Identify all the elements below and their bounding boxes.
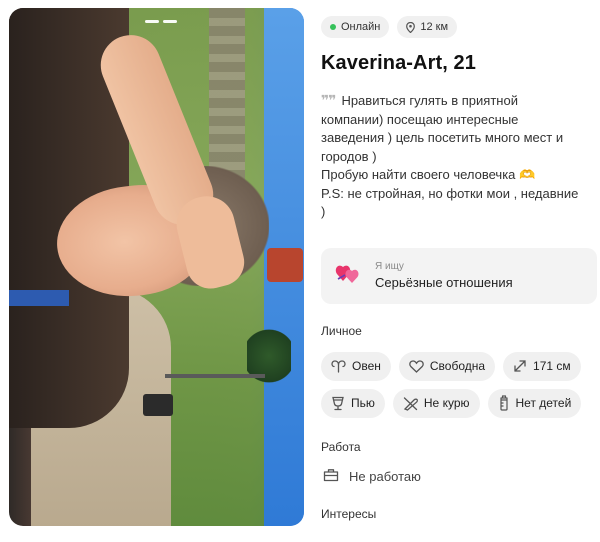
bio-line: компании) посещаю интересные (321, 111, 519, 127)
tag-label: 171 см (533, 359, 571, 373)
tag-children: Нет детей (487, 388, 582, 418)
distance-label: 12 км (420, 21, 449, 33)
tag-smoking: Не курю (392, 388, 480, 418)
online-dot-icon (330, 24, 336, 30)
no-smoking-icon (403, 396, 418, 411)
online-badge: Онлайн (321, 16, 390, 38)
tag-drinking: Пью (321, 388, 385, 418)
work-item: Не работаю (321, 468, 599, 485)
drink-icon (331, 396, 345, 411)
quote-icon: ❞❞ (321, 92, 336, 108)
bio-line: Пробую найти своего человечка 🫶 (321, 167, 536, 182)
tag-zodiac: Овен (321, 351, 391, 381)
tag-height: 171 см (503, 351, 581, 381)
briefcase-icon (323, 468, 339, 485)
photo-bin (143, 394, 173, 416)
seeking-card: Я ищу Серьёзные отношения (321, 247, 597, 304)
distance-badge: 12 км (397, 16, 458, 38)
pager-dot[interactable] (162, 20, 177, 23)
tag-label: Не курю (423, 396, 470, 410)
tag-label: Пью (351, 396, 375, 410)
section-title-interests: Интересы (321, 506, 377, 521)
photo-post (165, 374, 265, 378)
status-chips: Онлайн 12 км (321, 16, 599, 38)
photo-tower (267, 248, 303, 282)
tag-label: Овен (352, 359, 381, 373)
aries-icon (331, 359, 346, 373)
height-icon (513, 359, 527, 373)
photo-strap (9, 290, 69, 306)
bio-line: городов ) (321, 148, 377, 164)
seeking-value: Серьёзные отношения (375, 275, 513, 290)
tag-label: Свободна (429, 359, 486, 373)
hearts-icon (335, 261, 361, 290)
profile-bio: ❞❞ Нравиться гулять в приятной компании) … (321, 91, 599, 222)
section-title-work: Работа (321, 439, 361, 454)
section-title-personal: Личное (321, 323, 362, 338)
baby-bottle-icon (498, 395, 510, 411)
bio-line: Нравиться гулять в приятной (341, 93, 518, 108)
seeking-label: Я ищу (375, 261, 404, 272)
pager-dot[interactable] (144, 20, 159, 23)
personal-tags: Овен Свободна 171 см Пью Не курю Нет дет… (321, 351, 600, 418)
photo-pager[interactable] (9, 20, 304, 23)
profile-name: Kaverina-Art, 21 (321, 52, 476, 74)
heart-icon (409, 359, 424, 373)
location-pin-icon (406, 21, 416, 33)
tag-label: Нет детей (515, 396, 572, 410)
bio-line: ) (321, 204, 326, 219)
work-value: Не работаю (349, 468, 421, 484)
tag-relationship: Свободна (398, 351, 496, 381)
profile-details: Онлайн 12 км Kaverina-Art, 21 ❞❞ Нравитьс… (321, 10, 599, 521)
bio-line: P.S: не стройная, но фотки мои , недавни… (321, 185, 579, 201)
online-label: Онлайн (341, 21, 381, 33)
profile-photo[interactable] (9, 8, 304, 526)
bio-line: заведения ) цель посетить много мест и (321, 130, 564, 145)
